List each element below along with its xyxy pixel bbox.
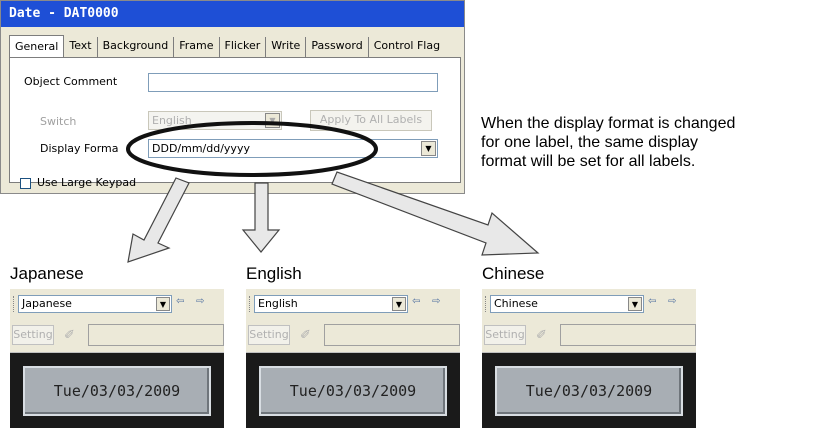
pen-icon[interactable]: ✐	[300, 327, 311, 343]
arrow-icon	[241, 182, 281, 253]
label-prev-icon[interactable]: ⇦	[176, 296, 184, 307]
arrow-icon	[331, 171, 540, 256]
label-language-value: Japanese	[22, 297, 72, 310]
arrow-icon	[127, 177, 190, 263]
heading-english: English	[246, 264, 302, 283]
label-language-value: Chinese	[494, 297, 538, 310]
toolbar: Japanese ▼ ⇦ ⇨ Setting ✐	[10, 289, 224, 353]
label-prev-icon[interactable]: ⇦	[648, 296, 656, 307]
pen-icon[interactable]: ✐	[536, 327, 547, 343]
toolbar-grip[interactable]	[249, 296, 252, 312]
toolbar-field[interactable]	[560, 324, 696, 346]
dropdown-arrow-icon: ▼	[392, 297, 406, 311]
setting-button[interactable]: Setting	[12, 325, 54, 345]
setting-button[interactable]: Setting	[248, 325, 290, 345]
note-line-3: format will be set for all labels.	[481, 153, 696, 170]
preview-panel-chinese: Chinese ▼ ⇦ ⇨ Setting ✐ Tue/03/03/2009	[482, 289, 696, 428]
label-language-select[interactable]: English ▼	[254, 295, 408, 313]
explanation-note: When the display format is changed for o…	[481, 114, 821, 171]
label-language-value: English	[258, 297, 298, 310]
note-line-1: When the display format is changed	[481, 115, 736, 132]
toolbar-field[interactable]	[88, 324, 224, 346]
toolbar-grip[interactable]	[485, 296, 488, 312]
label-next-icon[interactable]: ⇨	[432, 296, 440, 307]
label-language-select[interactable]: Chinese ▼	[490, 295, 644, 313]
preview-panel-japanese: Japanese ▼ ⇦ ⇨ Setting ✐ Tue/03/03/2009	[10, 289, 224, 428]
toolbar: Chinese ▼ ⇦ ⇨ Setting ✐	[482, 289, 696, 353]
toolbar: English ▼ ⇦ ⇨ Setting ✐	[246, 289, 460, 353]
label-prev-icon[interactable]: ⇦	[412, 296, 420, 307]
label-language-select[interactable]: Japanese ▼	[18, 295, 172, 313]
date-display: Tue/03/03/2009	[259, 366, 447, 416]
heading-chinese: Chinese	[482, 264, 545, 283]
label-next-icon[interactable]: ⇨	[668, 296, 676, 307]
heading-japanese: Japanese	[10, 264, 84, 283]
preview-panel-english: English ▼ ⇦ ⇨ Setting ✐ Tue/03/03/2009	[246, 289, 460, 428]
toolbar-grip[interactable]	[13, 296, 16, 312]
dropdown-arrow-icon: ▼	[156, 297, 170, 311]
note-line-2: for one label, the same display	[481, 134, 699, 151]
date-display: Tue/03/03/2009	[495, 366, 683, 416]
date-display: Tue/03/03/2009	[23, 366, 211, 416]
setting-button[interactable]: Setting	[484, 325, 526, 345]
highlight-ellipse	[126, 121, 378, 177]
pen-icon[interactable]: ✐	[64, 327, 75, 343]
toolbar-field[interactable]	[324, 324, 460, 346]
label-next-icon[interactable]: ⇨	[196, 296, 204, 307]
dropdown-arrow-icon: ▼	[628, 297, 642, 311]
